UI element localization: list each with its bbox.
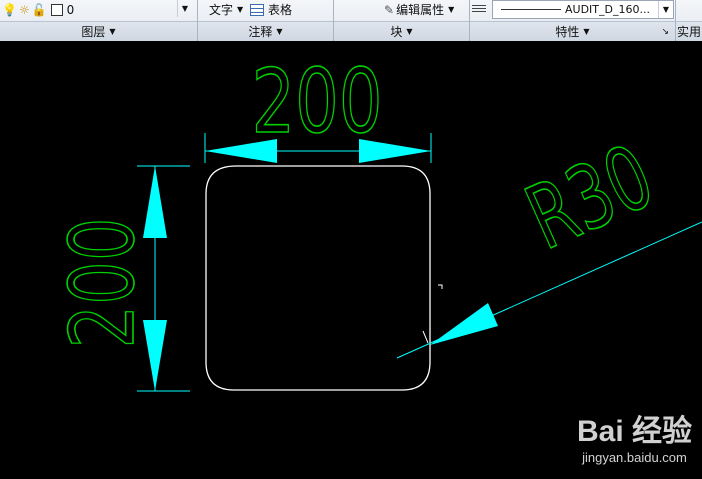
lock-icon[interactable]: 🔓 [32,3,47,17]
text-label: 文字 [209,3,234,17]
chevron-down-icon: ▼ [109,27,116,36]
linetype-value: AUDIT_D_160... [565,3,650,16]
chevron-down-icon[interactable]: ▼ [177,0,192,17]
table-icon [250,3,264,16]
linetype-dropdown[interactable]: AUDIT_D_160... ▼ [492,0,674,19]
ribbon: 💡 ☼ 🔓 0 ▼ 文字 ▼ 表格 ✎ 编辑属性 ▼ AUDIT_D_160... … [0,0,702,41]
chevron-down-icon: ▼ [406,27,413,36]
text-button[interactable]: 文字 ▼ [209,0,243,19]
panel-title-layers[interactable]: 图层 ▼ [0,21,197,41]
chevron-down-icon: ▼ [276,27,283,36]
dimension-text-left: 200 [52,218,155,349]
edit-attr-label: 编辑属性 [396,3,445,17]
panel-label: 图层 [81,25,106,39]
watermark-url: jingyan.baidu.com [582,450,687,465]
panel-label: 特性 [555,25,580,39]
linetype-icon [472,0,486,19]
sun-icon[interactable]: ☼ [19,3,30,17]
panel-launcher-icon[interactable]: ↘ [661,27,669,37]
baidu-logo: Bai 经验 [576,415,692,448]
panel-title-properties[interactable]: 特性 ▼ ↘ [470,21,675,41]
chevron-down-icon: ▼ [237,5,244,14]
table-label: 表格 [268,3,293,17]
grip-marker [438,284,443,289]
bulb-icon[interactable]: 💡 [2,3,17,17]
edit-attributes-button[interactable]: ✎ 编辑属性 ▼ [384,0,454,19]
chevron-down-icon: ▼ [583,27,590,36]
edit-attribute-icon: ✎ [384,2,395,17]
watermark: Bai 经验 jingyan.baidu.com [577,406,692,465]
dimension-text-radius: R30 [512,126,667,270]
layer-dropdown[interactable]: ▼ [52,0,192,17]
panel-label: 实用 [676,25,701,39]
table-button[interactable]: 表格 [250,0,292,19]
panel-label: 块 [390,25,403,39]
center-mark [422,330,429,344]
chevron-down-icon: ▼ [448,5,455,14]
linetype-preview [501,9,561,10]
rounded-rectangle[interactable] [205,165,431,391]
dimension-text-top: 200 [252,51,383,154]
panel-title-annotation[interactable]: 注释 ▼ [198,21,333,41]
chevron-down-icon[interactable]: ▼ [658,1,673,18]
panel-title-block[interactable]: 块 ▼ [334,21,469,41]
panel-label: 注释 [248,25,273,39]
panel-title-utilities[interactable]: 实用 [676,21,702,41]
